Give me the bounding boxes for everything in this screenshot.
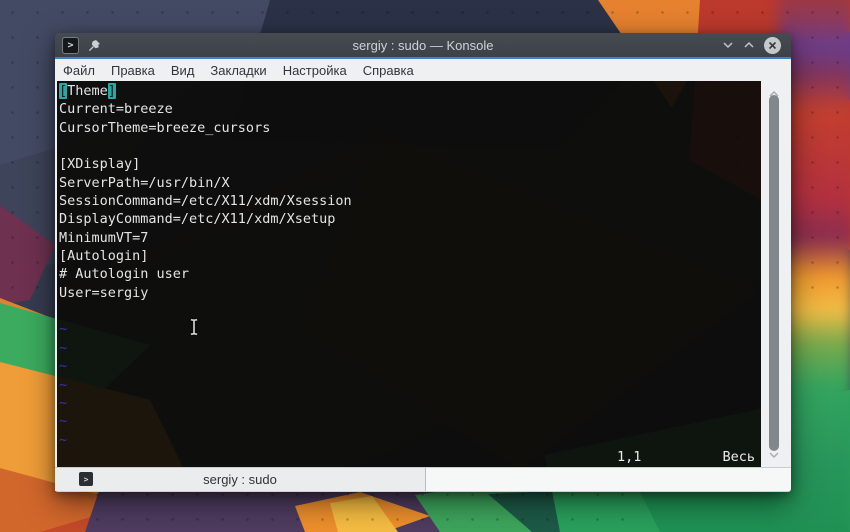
menu-item-4[interactable]: Настройка: [283, 63, 347, 78]
scrollbar-thumb[interactable]: [769, 95, 779, 451]
pushpin-icon[interactable]: [88, 39, 101, 52]
tab-label: sergiy : sudo: [203, 472, 277, 487]
close-icon[interactable]: [764, 36, 781, 54]
menu-item-2[interactable]: Вид: [171, 63, 195, 78]
vim-cursor-block: [: [59, 83, 68, 99]
terminal-line: CursorTheme=breeze_cursors: [59, 119, 271, 136]
terminal-scrollbar[interactable]: [761, 81, 787, 467]
terminal-rows: [Theme] Current=breeze CursorTheme=breeze…: [59, 82, 761, 449]
vim-status-line: "/etc/sddm.conf" 13L, 210C 1,1 Весь: [59, 448, 759, 466]
vim-ruler: 1,1: [617, 448, 642, 465]
vim-tilde-line: ~: [59, 413, 68, 430]
konsole-window: > sergiy : sudo — Konsole Файл Правка Ви…: [55, 33, 791, 492]
window-content: [Theme] Current=breeze CursorTheme=breeze…: [55, 81, 791, 467]
terminal-line: SessionCommand=/etc/X11/xdm/Xsession: [59, 193, 352, 210]
terminal-line-theme: [Theme]: [59, 82, 761, 100]
terminal-line: MinimumVT=7: [59, 229, 149, 246]
terminal-body[interactable]: [Theme] Current=breeze CursorTheme=breeze…: [57, 81, 761, 467]
vim-scroll-position: Весь: [722, 448, 755, 465]
vim-tilde-line: ~: [59, 358, 68, 375]
vim-matchparen-block: ]: [107, 83, 116, 99]
prompt-glyph: >: [83, 474, 89, 484]
chevron-up-icon[interactable]: [743, 41, 755, 49]
chevron-down-icon[interactable]: [722, 41, 734, 49]
terminal-line: Current=breeze: [59, 101, 173, 118]
terminal-line: [Autologin]: [59, 248, 149, 265]
terminal-prompt-icon: >: [79, 472, 93, 486]
terminal-line: DisplayCommand=/etc/X11/xdm/Xsetup: [59, 211, 336, 228]
mouse-ibeam-cursor: [188, 318, 200, 341]
chevron-down-icon[interactable]: [769, 445, 779, 463]
vim-tilde-line: ~: [59, 376, 68, 393]
tab-bar-empty-area[interactable]: [426, 468, 791, 491]
menu-item-1[interactable]: Правка: [111, 63, 155, 78]
terminal-line: [XDisplay]: [59, 156, 141, 173]
tab-bar: > sergiy : sudo: [55, 467, 791, 492]
vim-tilde-line: ~: [59, 431, 68, 448]
prompt-glyph: >: [67, 39, 74, 51]
vim-tilde-line: ~: [59, 394, 68, 411]
terminal-line: User=sergiy: [59, 284, 149, 301]
tab-sergiy-sudo[interactable]: > sergiy : sudo: [55, 468, 426, 491]
konsole-app-icon: >: [62, 36, 79, 54]
window-titlebar[interactable]: > sergiy : sudo — Konsole: [55, 33, 791, 57]
menu-item-0[interactable]: Файл: [63, 63, 95, 78]
menu-item-5[interactable]: Справка: [363, 63, 414, 78]
menu-item-3[interactable]: Закладки: [210, 63, 266, 78]
menu-bar: Файл Правка Вид Закладки Настройка Справка: [55, 59, 791, 81]
terminal-text: Theme: [67, 83, 108, 99]
vim-tilde-line: ~: [59, 321, 68, 338]
vim-tilde-line: ~: [59, 339, 68, 356]
window-title: sergiy : sudo — Konsole: [352, 37, 494, 53]
terminal-line: ServerPath=/usr/bin/X: [59, 174, 230, 191]
terminal-line: # Autologin user: [59, 266, 190, 283]
